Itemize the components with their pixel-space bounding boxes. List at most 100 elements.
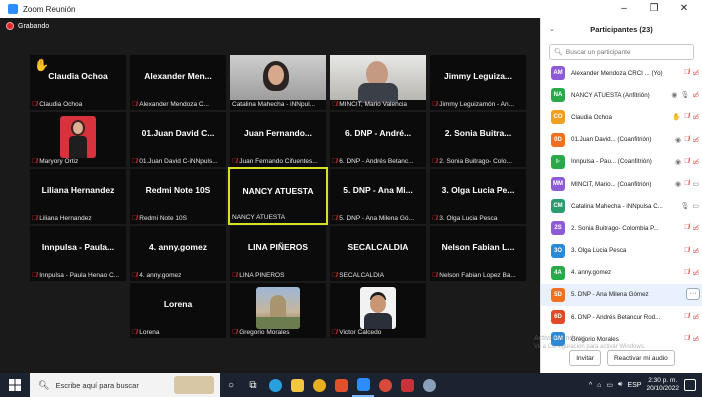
maximize-icon[interactable]: ❐ <box>644 2 664 16</box>
recording-indicator[interactable]: Grabando <box>6 22 49 30</box>
file-explorer-icon[interactable] <box>286 373 308 397</box>
video-off-icon[interactable]: ▭̸ <box>692 91 699 99</box>
notification-icon[interactable] <box>684 379 696 391</box>
video-tile[interactable]: Nelson Fabian L... 🎙̸ Nelson Fabian Lopez… <box>430 226 526 281</box>
video-tile[interactable]: Liliana Hernandez 🎙̸ Liliana Hernandez <box>30 169 126 224</box>
video-tile[interactable]: 🎙̸ Victor Calcedo <box>330 283 426 338</box>
participant-row[interactable]: 2S 2. Sonia Buitrago- Colombia P... 🎙̸ ▭̸ <box>541 217 702 239</box>
video-tile[interactable]: 4. anny.gomez 🎙̸ 4. anny.gomez <box>130 226 226 281</box>
mic-icon[interactable]: 🎙 <box>680 91 689 99</box>
invite-button[interactable]: Invitar <box>569 350 601 366</box>
video-off-icon[interactable]: ▭̸ <box>692 313 699 321</box>
video-tile[interactable]: 6. DNP - André... 🎙̸ 6. DNP - Andrés Beta… <box>330 112 426 167</box>
zoom-taskbar-icon[interactable] <box>352 373 374 397</box>
mic-muted-icon[interactable]: 🎙̸ <box>684 247 689 255</box>
mic-muted-icon[interactable]: 🎙̸ <box>684 224 689 232</box>
office-icon[interactable] <box>330 373 352 397</box>
participant-row[interactable]: 4A 4. anny.gomez 🎙̸ ▭̸ <box>541 262 702 284</box>
clock[interactable]: 2:30 p. m. 20/10/2022 <box>646 377 679 393</box>
task-view-icon[interactable]: ⧉ <box>242 373 264 397</box>
video-tile[interactable]: 2. Sonia Buitra... 🎙̸ 2. Sonia Buitrago- … <box>430 112 526 167</box>
chevron-down-icon[interactable]: ⌄ <box>549 25 555 33</box>
cortana-icon[interactable]: ○ <box>220 373 242 397</box>
taskbar-search[interactable]: 🔍︎ Escribe aquí para buscar <box>30 373 220 397</box>
more-options-button[interactable]: ··· <box>686 287 700 300</box>
active-speaker-tile[interactable]: NANCY ATUESTA NANCY ATUESTA <box>228 167 328 225</box>
start-button[interactable] <box>0 373 30 397</box>
participant-row[interactable]: 6D 6. DNP - Andrés Betancur Rod... 🎙̸ ▭̸ <box>541 306 702 328</box>
chrome-alt-icon[interactable] <box>374 373 396 397</box>
mic-muted-icon[interactable]: 🎙̸ <box>684 69 689 77</box>
video-tile[interactable]: 5. DNP - Ana Mi... 🎙̸ 5. DNP - Ana Milena… <box>330 169 426 224</box>
mic-muted-icon: 🎙̸ <box>32 101 38 108</box>
video-icon[interactable]: ▭ <box>692 202 699 210</box>
video-tile[interactable]: Alexander Men... 🎙̸ Alexander Mendoza C..… <box>130 55 226 110</box>
mic-muted-icon: 🎙̸ <box>332 158 338 165</box>
edge-icon[interactable] <box>264 373 286 397</box>
video-off-icon[interactable]: ▭̸ <box>692 136 699 144</box>
video-tile[interactable]: ✋ Claudia Ochoa 🎙̸ Claudia Ochoa <box>30 55 126 110</box>
video-tile[interactable]: Redmi Note 10S 🎙̸ Redmi Note 10S <box>130 169 226 224</box>
video-tile[interactable]: Catalina Mahecha - iNNpul... <box>230 55 326 110</box>
video-tile[interactable]: 🎙̸ MINCIT, Mario Valencia <box>330 55 426 110</box>
mic-muted-icon[interactable]: 🎙̸ <box>684 180 689 188</box>
app-v-icon[interactable] <box>396 373 418 397</box>
tile-label: Maryory Ortiz <box>39 158 79 165</box>
video-tile[interactable]: Jimmy Leguiza... 🎙̸ Jimmy Leguizamón - An… <box>430 55 526 110</box>
close-icon[interactable]: ✕ <box>674 2 694 16</box>
video-tile[interactable]: 🎙̸ Maryory Ortiz <box>30 112 126 167</box>
participant-row[interactable]: 3O 3. Olga Lucia Pesca 🎙̸ ▭̸ <box>541 240 702 262</box>
unmute-me-button[interactable]: Reactivar mi audio <box>606 350 675 366</box>
video-tile[interactable]: Juan Fernando... 🎙̸ Juan Fernando Cifuent… <box>230 112 326 167</box>
minimize-icon[interactable]: – <box>614 2 634 16</box>
video-off-icon[interactable]: ▭̸ <box>692 247 699 255</box>
video-off-icon[interactable]: ▭̸ <box>692 224 699 232</box>
video-tile[interactable]: 01.Juan David C... 🎙̸ 01.Juan David C-iNN… <box>130 112 226 167</box>
avatar: 0D <box>551 132 565 147</box>
video-off-icon[interactable]: ▭̸ <box>692 269 699 277</box>
mic-muted-icon[interactable]: 🎙̸ <box>684 335 689 343</box>
video-tile[interactable]: 🎙̸ Gregorio Morales <box>230 283 326 338</box>
participant-row[interactable]: CO Claudia Ochoa ✋ 🎙̸ ▭̸ <box>541 106 702 128</box>
mic-muted-icon: 🎙̸ <box>332 329 338 336</box>
participant-name: NANCY ATUESTA (Anfitrión) <box>571 91 650 99</box>
video-tile[interactable]: Innpulsa - Paula... 🎙̸ Innpulsa - Paula H… <box>30 226 126 281</box>
video-tile[interactable]: SECALCALDIA 🎙̸ SECALCALDIA <box>330 226 426 281</box>
battery-icon[interactable]: ▭ <box>606 381 613 389</box>
video-off-icon[interactable]: ▭̸ <box>692 69 699 77</box>
mic-muted-icon[interactable]: 🎙̸ <box>684 158 689 166</box>
video-tile[interactable]: 3. Olga Lucia Pe... 🎙̸ 3. Olga Lucia Pesc… <box>430 169 526 224</box>
tile-name: Jimmy Leguiza... <box>443 71 513 81</box>
video-icon[interactable]: ▭ <box>692 180 699 188</box>
volume-icon[interactable]: 🔊︎ <box>618 381 622 389</box>
chrome-icon[interactable] <box>308 373 330 397</box>
participant-row[interactable]: AM Alexander Mendoza CRCI ... (Yo) 🎙̸ ▭̸ <box>541 62 702 84</box>
app-bird-icon[interactable] <box>418 373 440 397</box>
participant-search-input[interactable] <box>565 48 686 56</box>
video-tile[interactable]: LINA PIÑEROS 🎙̸ LINA PIÑEROS <box>230 226 326 281</box>
avatar: 4A <box>551 265 565 280</box>
language-indicator[interactable]: ESP <box>627 382 641 389</box>
video-tile[interactable]: Lorena 🎙̸ Lorena <box>130 283 226 338</box>
mic-muted-icon[interactable]: 🎙̸ <box>684 136 689 144</box>
tile-name: 2. Sonia Buitra... <box>444 128 512 138</box>
participant-row[interactable]: I- Innpulsa - Pau... (Coanfitrión) ◉ 🎙̸ ▭̸ <box>541 151 702 173</box>
mic-icon[interactable]: 🎙 <box>680 202 689 210</box>
participant-row[interactable]: GM Gregorio Morales 🎙̸ ▭̸ <box>541 328 702 346</box>
participant-row[interactable]: NA NANCY ATUESTA (Anfitrión) ◉ 🎙 ▭̸ <box>541 84 702 106</box>
mic-muted-icon[interactable]: 🎙̸ <box>684 113 689 121</box>
video-off-icon[interactable]: ▭̸ <box>692 158 699 166</box>
video-off-icon[interactable]: ▭̸ <box>692 335 699 343</box>
participant-name: Claudia Ochoa <box>571 113 612 121</box>
tile-label: 6. DNP - Andrés Betanc... <box>339 158 414 165</box>
mic-muted-icon[interactable]: 🎙̸ <box>684 313 689 321</box>
participant-row[interactable]: CM Catalina Mahecha - iNNpulsa C... 🎙 ▭ <box>541 195 702 217</box>
participant-row[interactable]: MM MINCIT, Mario... (Coanfitrión) ◉ 🎙̸ ▭ <box>541 173 702 195</box>
mic-muted-icon[interactable]: 🎙̸ <box>684 269 689 277</box>
participant-row-selected[interactable]: 5D 5. DNP - Ana Milena Gómez ··· <box>541 283 702 307</box>
participant-row[interactable]: 0D 01.Juan David... (Coanfitrión) ◉ 🎙̸ ▭̸ <box>541 129 702 151</box>
participant-search[interactable]: 🔍︎ <box>549 44 694 60</box>
video-off-icon[interactable]: ▭̸ <box>692 113 699 121</box>
network-icon[interactable]: ⌂ <box>597 382 601 389</box>
chevron-up-icon[interactable]: ^ <box>589 382 592 389</box>
